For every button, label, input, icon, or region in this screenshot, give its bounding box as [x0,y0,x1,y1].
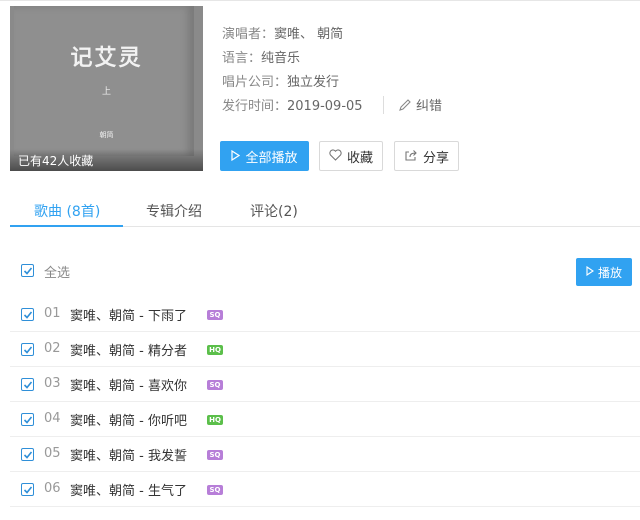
select-all-checkbox[interactable] [21,264,34,277]
song-row[interactable]: 01 窦唯、朝简 - 下雨了 SQ [10,297,640,332]
song-row[interactable]: 02 窦唯、朝简 - 精分者 HQ [10,332,640,367]
singer-label: 演唱者： [222,27,275,42]
song-checkbox[interactable] [21,448,34,461]
checkmark-icon [23,345,32,354]
song-checkbox[interactable] [21,483,34,496]
language-row: 语言：纯音乐 [222,47,300,66]
heart-icon [329,149,342,163]
song-checkbox[interactable] [21,413,34,426]
song-checkbox[interactable] [21,308,34,321]
quality-badge: HQ [207,345,223,355]
company-row: 唱片公司：独立发行 [222,71,339,90]
play-selected-button[interactable]: 播放 [576,258,632,286]
song-row[interactable]: 03 窦唯、朝简 - 喜欢你 SQ [10,367,640,402]
song-title[interactable]: 窦唯、朝简 - 你听吧 [70,410,187,429]
song-number: 01 [44,306,61,321]
song-checkbox[interactable] [21,378,34,391]
cover-title: 记艾灵 [70,45,143,71]
meta-divider [383,96,384,114]
share-button[interactable]: 分享 [394,141,459,171]
tab-album-intro[interactable]: 专辑介绍 [146,201,202,221]
song-row[interactable]: 05 窦唯、朝简 - 我发誓 SQ [10,437,640,472]
active-tab-indicator [10,225,123,227]
quality-badge: HQ [207,415,223,425]
select-all-label: 全选 [44,266,71,281]
checkmark-icon [23,310,32,319]
song-number: 02 [44,341,61,356]
play-icon [586,265,594,279]
song-number: 03 [44,376,61,391]
tab-songs[interactable]: 歌曲 (8首) [34,201,100,221]
song-number: 04 [44,411,61,426]
favorite-count: 已有42人收藏 [10,149,203,171]
checkmark-icon [23,485,32,494]
quality-badge: SQ [207,310,223,320]
quality-badge: SQ [207,380,223,390]
checkmark-icon [23,380,32,389]
release-label: 发行时间： [222,99,288,114]
language-value: 纯音乐 [261,51,301,66]
company-value: 独立发行 [287,75,340,90]
song-row[interactable]: 06 窦唯、朝简 - 生气了 SQ [10,472,640,507]
favorite-button[interactable]: 收藏 [319,141,383,171]
report-label: 纠错 [416,99,443,114]
checkmark-icon [23,450,32,459]
favorite-label: 收藏 [346,150,373,166]
song-title[interactable]: 窦唯、朝简 - 下雨了 [70,305,187,324]
song-title[interactable]: 窦唯、朝简 - 精分者 [70,340,187,359]
tab-comments[interactable]: 评论(2) [250,201,298,221]
checkmark-icon [23,266,32,275]
song-number: 06 [44,481,61,496]
play-all-label: 全部播放 [245,150,298,166]
play-label: 播放 [597,265,622,280]
cover-artist: 朝简 [99,131,114,139]
share-label: 分享 [422,150,449,166]
quality-badge: SQ [207,485,223,495]
song-title[interactable]: 窦唯、朝简 - 我发誓 [70,445,187,464]
singer-link[interactable]: 窦唯、 朝简 [274,27,343,42]
cover-subtitle: 上 [101,87,111,97]
share-icon [404,149,418,164]
singer-row: 演唱者：窦唯、 朝简 [222,23,343,42]
release-date: 2019-09-05 [287,99,363,114]
song-title[interactable]: 窦唯、朝简 - 喜欢你 [70,375,187,394]
checkmark-icon [23,415,32,424]
play-all-button[interactable]: 全部播放 [220,141,309,171]
song-title[interactable]: 窦唯、朝简 - 生气了 [70,480,187,499]
quality-badge: SQ [207,450,223,460]
song-checkbox[interactable] [21,343,34,356]
release-row: 发行时间：2019-09-05 [222,95,363,114]
language-label: 语言： [222,51,262,66]
report-error-link[interactable]: 纠错 [398,95,442,114]
company-label: 唱片公司： [222,75,288,90]
play-icon [231,149,241,163]
song-number: 05 [44,446,61,461]
pencil-icon [398,98,412,112]
album-cover[interactable]: 记艾灵 上 朝简 已有42人收藏 [10,6,203,171]
song-row[interactable]: 04 窦唯、朝简 - 你听吧 HQ [10,402,640,437]
